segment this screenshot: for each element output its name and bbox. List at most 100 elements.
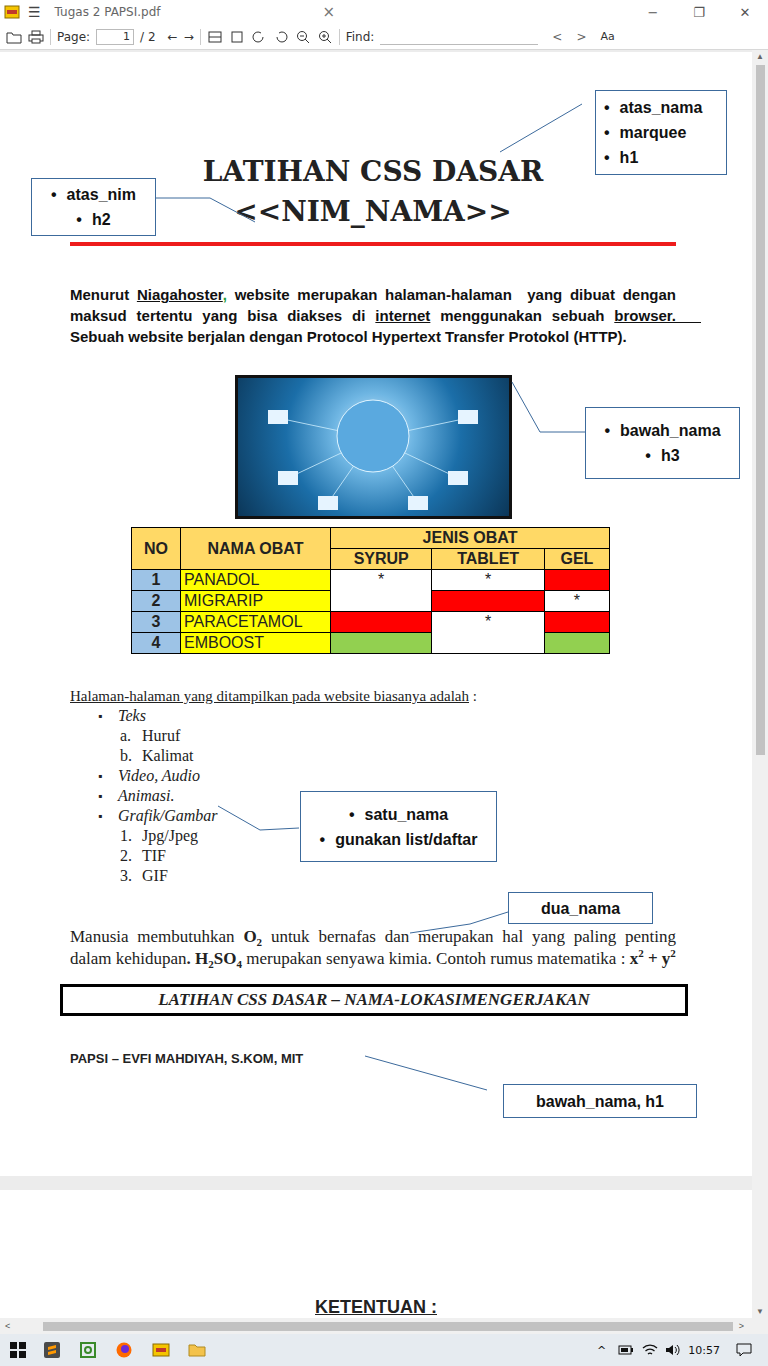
close-tab-button[interactable]: × (323, 3, 336, 21)
paragraph-segment[interactable]: internet (375, 307, 430, 324)
window-title: Tugas 2 PAPSI.pdf (55, 5, 323, 19)
fit-page-icon[interactable] (229, 30, 245, 44)
match-case-button[interactable]: Aa (600, 30, 614, 43)
minimize-button[interactable]: − (630, 5, 676, 20)
callout-bullet: • (604, 124, 610, 141)
formula-segment: O (243, 927, 256, 946)
sub-list-text: Jpg/Jpeg (142, 826, 198, 846)
paragraph-segment[interactable]: browser. (614, 307, 701, 324)
document-viewer: LATIHAN CSS DASAR<<NIM_NAMA>>Menurut Nia… (0, 50, 768, 1318)
page-label: Page: (57, 30, 90, 44)
table-cell: 2 (132, 591, 181, 612)
paragraph-segment: Sebuah website berjalan dengan Protocol … (70, 328, 627, 345)
table-header-cell: JENIS OBAT (331, 528, 610, 549)
firefox-icon[interactable] (116, 1342, 132, 1358)
scrollbar-thumb[interactable] (756, 65, 765, 755)
horizontal-scrollbar[interactable]: <> (0, 1318, 768, 1334)
scroll-left-button[interactable]: < (0, 1321, 15, 1331)
callout-item: bawah_nama, h1 (536, 1089, 664, 1114)
callout-bullet: • (604, 149, 610, 166)
list-item-text: Animasi. (118, 786, 174, 806)
page-total: / 2 (140, 30, 156, 44)
table-header-cell: TABLET (432, 549, 544, 570)
find-field[interactable] (380, 29, 538, 45)
callout-item: •gunakan list/daftar (320, 827, 478, 852)
annotation-callout: bawah_nama, h1 (503, 1084, 697, 1118)
scroll-down-button[interactable]: ▼ (756, 1305, 764, 1318)
clock[interactable]: 10:57 (688, 1344, 720, 1357)
callout-bullet: • (645, 447, 651, 464)
sub-list-text: Huruf (142, 726, 180, 746)
next-page-button[interactable]: → (184, 30, 194, 44)
paragraph-segment[interactable]: Niagahoster (137, 286, 223, 303)
wifi-icon[interactable] (642, 1343, 658, 1357)
formula-segment: 2 (638, 947, 644, 959)
formula-segment: . (187, 949, 191, 968)
callout-text: atas_nama (620, 99, 703, 116)
formula-segment: Manusia membutuhkan (70, 927, 243, 946)
table-cell (544, 612, 609, 633)
table-cell: 1 (132, 570, 181, 591)
find-label: Find: (346, 30, 375, 44)
vertical-scrollbar[interactable]: ▲▼ (752, 50, 768, 1318)
callout-item: • atas_nama (604, 95, 702, 120)
windows-start-icon[interactable] (10, 1342, 26, 1358)
close-button[interactable]: ✕ (722, 5, 768, 20)
menu-button[interactable]: ☰ (28, 4, 41, 20)
table-cell (331, 612, 432, 633)
table-cell: MIGRARIP (181, 591, 331, 612)
rotate-right-icon[interactable] (273, 30, 289, 44)
table-header-cell: NO (132, 528, 181, 570)
callout-text: dua_nama (541, 900, 620, 917)
page-field[interactable]: 1 (96, 29, 134, 45)
callout-text: satu_nama (365, 806, 449, 823)
table-cell: * (544, 591, 609, 612)
taskbar: ^ 10:57 (0, 1334, 768, 1366)
formula-segment: x (630, 949, 639, 968)
notifications-icon[interactable] (736, 1342, 752, 1358)
page-value: 1 (123, 30, 130, 43)
file-explorer-icon[interactable] (188, 1343, 206, 1357)
tray-chevron-button[interactable]: ^ (597, 1344, 606, 1357)
open-folder-icon[interactable] (6, 30, 22, 44)
document-subtitle: <<NIM_NAMA>> (70, 192, 676, 232)
table-cell: PARACETAMOL (181, 612, 331, 633)
volume-icon[interactable] (664, 1343, 680, 1357)
table-row: 1PANADOL** (132, 570, 610, 591)
callout-text: gunakan list/daftar (335, 831, 477, 848)
restore-button[interactable]: ❐ (676, 5, 722, 20)
page: KETENTUAN : (0, 1190, 752, 1318)
formula-paragraph: Manusia membutuhkan O2 untuk bernafas da… (70, 926, 676, 970)
scrollbar-thumb[interactable] (43, 1322, 733, 1331)
zoom-out-icon[interactable] (295, 30, 311, 44)
find-previous-button[interactable]: < (552, 30, 562, 44)
document-title: LATIHAN CSS DASAR (70, 152, 676, 192)
annotation-callout: •bawah_nama•h3 (585, 407, 740, 479)
print-icon[interactable] (28, 30, 44, 44)
find-next-button[interactable]: > (576, 30, 586, 44)
callout-bullet: • (604, 99, 610, 116)
list-bullet: ▪ (98, 706, 118, 726)
title-bar: ☰ Tugas 2 PAPSI.pdf× −❐✕ (0, 0, 768, 24)
rotate-left-icon[interactable] (251, 30, 267, 44)
sublime-text-icon[interactable] (44, 1342, 60, 1358)
callout-text: h1 (620, 149, 639, 166)
app-icon (4, 5, 20, 19)
callout-item: •h3 (645, 443, 679, 468)
battery-icon[interactable] (618, 1344, 634, 1356)
red-divider (70, 242, 676, 246)
annotation-callout: dua_nama (508, 892, 653, 924)
pdf-viewer-icon[interactable] (152, 1343, 170, 1357)
fit-width-icon[interactable] (207, 30, 223, 44)
list-item: ▪Teks (70, 706, 676, 726)
paragraph-segment: menggunakan sebuah (430, 307, 614, 324)
scroll-up-button[interactable]: ▲ (756, 50, 764, 63)
formula-segment: 4 (237, 958, 243, 970)
code-editor-icon[interactable] (80, 1342, 96, 1358)
sub-list-item: b.Kalimat (70, 746, 676, 766)
scroll-right-button[interactable]: > (734, 1321, 768, 1331)
callout-text: h2 (92, 211, 111, 228)
sub-list-marker: 3. (120, 866, 142, 886)
zoom-in-icon[interactable] (317, 30, 333, 44)
previous-page-button[interactable]: ← (168, 30, 178, 44)
